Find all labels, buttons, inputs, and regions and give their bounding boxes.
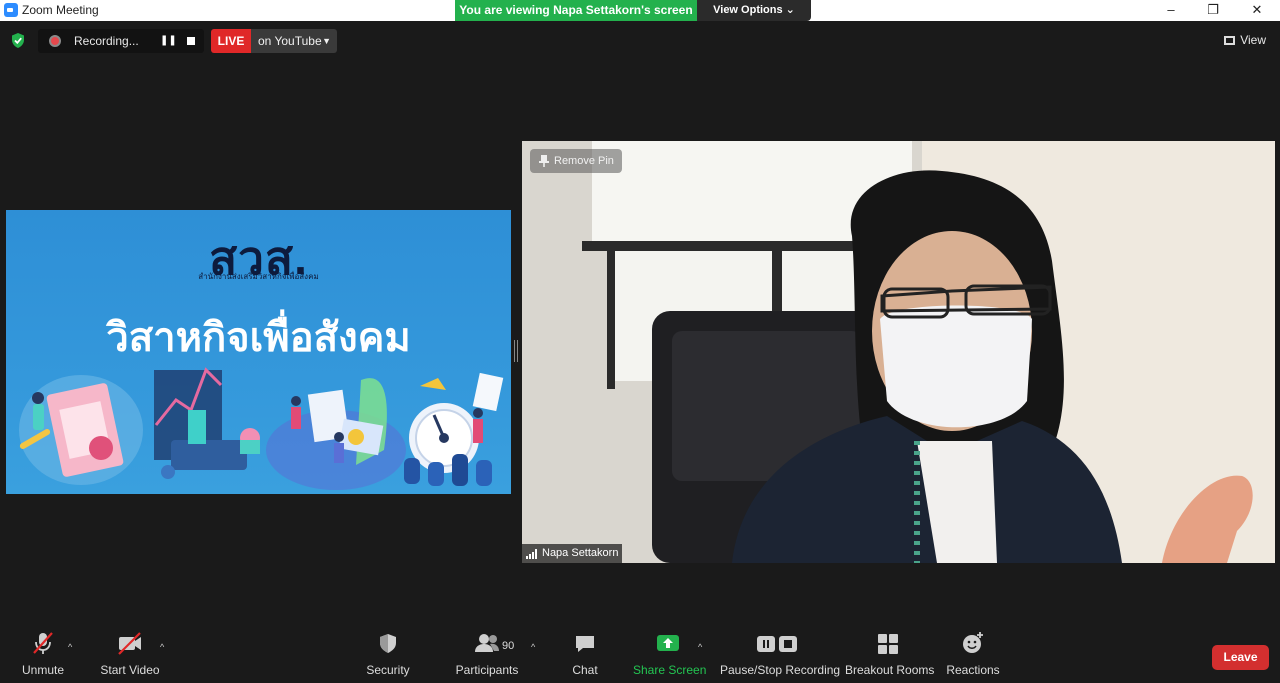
viewing-screen-banner: You are viewing Napa Settakorn's screen <box>455 0 697 21</box>
muted-microphone-icon <box>33 632 53 654</box>
panel-divider-handle[interactable] <box>514 340 518 362</box>
share-screen-arrow-icon <box>657 635 679 651</box>
chat-label: Chat <box>572 663 598 677</box>
participant-name-tag: Napa Settakorn <box>522 544 623 563</box>
reactions-button[interactable]: Reactions <box>945 630 1001 677</box>
view-options-button[interactable]: View Options ⌄ <box>697 0 811 21</box>
recording-status-text: Recording... <box>74 34 139 48</box>
signal-strength-icon <box>526 549 537 559</box>
security-label: Security <box>366 663 410 677</box>
recording-indicator: Recording... ❚❚ <box>38 29 204 53</box>
live-badge: LIVE <box>211 29 251 53</box>
security-shield-icon <box>380 634 396 653</box>
participant-name: Napa Settakorn <box>542 547 619 559</box>
pause-stop-recording-label: Pause/Stop Recording <box>720 663 841 677</box>
participants-icon <box>475 634 499 652</box>
shared-screen: สวส. สำนักงานส่งเสริมวิสาหกิจเพื่อสังคม … <box>6 210 511 494</box>
share-screen-button[interactable]: Share Screen <box>633 630 707 677</box>
share-options-caret-icon[interactable]: ^ <box>698 642 702 652</box>
unmute-label: Unmute <box>21 663 65 677</box>
start-video-label: Start Video <box>100 663 160 677</box>
title-bar: Zoom Meeting You are viewing Napa Settak… <box>0 0 1280 21</box>
reactions-smiley-icon <box>963 632 983 653</box>
view-grid-icon <box>1224 36 1236 45</box>
participant-video-tile[interactable]: Remove Pin Napa Settakorn <box>522 141 1275 563</box>
breakout-rooms-button[interactable]: Breakout Rooms <box>845 630 935 677</box>
view-label: View <box>1240 33 1266 47</box>
shared-illustration <box>19 367 504 490</box>
participants-label: Participants <box>455 663 519 677</box>
participant-count: 90 <box>502 640 515 652</box>
participant-video-frame <box>522 141 1275 563</box>
pause-stop-recording-button[interactable]: Pause/Stop Recording <box>720 630 841 677</box>
meeting-toolbar: Unmute ^ Start Video ^ Security 90 Parti… <box>0 630 1280 683</box>
encryption-shield-icon[interactable] <box>11 33 25 48</box>
window-title: Zoom Meeting <box>22 3 99 17</box>
video-options-caret-icon[interactable]: ^ <box>160 642 164 652</box>
video-off-icon <box>118 632 141 655</box>
close-button[interactable]: ✕ <box>1236 0 1278 21</box>
restore-button[interactable]: ❐ <box>1192 0 1234 21</box>
unmute-button[interactable]: Unmute <box>18 630 68 677</box>
chat-button[interactable]: Chat <box>566 630 604 677</box>
start-video-button[interactable]: Start Video <box>100 630 160 677</box>
chat-bubble-icon <box>576 636 594 652</box>
reactions-label: Reactions <box>946 663 1000 677</box>
breakout-rooms-label: Breakout Rooms <box>845 663 935 677</box>
pin-icon <box>539 155 549 167</box>
live-stream-target-dropdown[interactable]: on YouTube ▼ <box>251 29 337 53</box>
zoom-app-icon <box>4 3 18 17</box>
pause-stop-recording-icon <box>757 636 797 652</box>
participants-button[interactable]: 90 Participants <box>454 630 520 677</box>
live-target-label: on YouTube <box>258 34 322 48</box>
remove-pin-label: Remove Pin <box>554 155 614 167</box>
audio-options-caret-icon[interactable]: ^ <box>68 642 72 652</box>
breakout-rooms-grid-icon <box>878 634 898 654</box>
pause-recording-icon[interactable]: ❚❚ <box>160 35 177 47</box>
minimize-button[interactable]: – <box>1150 0 1192 21</box>
recording-dot-icon <box>49 35 61 47</box>
leave-meeting-button[interactable]: Leave <box>1212 645 1269 670</box>
participants-options-caret-icon[interactable]: ^ <box>531 642 535 652</box>
view-button[interactable]: View <box>1224 33 1266 47</box>
security-button[interactable]: Security <box>362 630 414 677</box>
share-screen-label: Share Screen <box>633 663 707 677</box>
remove-pin-button[interactable]: Remove Pin <box>530 149 622 173</box>
chevron-down-icon: ▼ <box>322 36 331 46</box>
stop-recording-icon[interactable] <box>187 37 195 45</box>
